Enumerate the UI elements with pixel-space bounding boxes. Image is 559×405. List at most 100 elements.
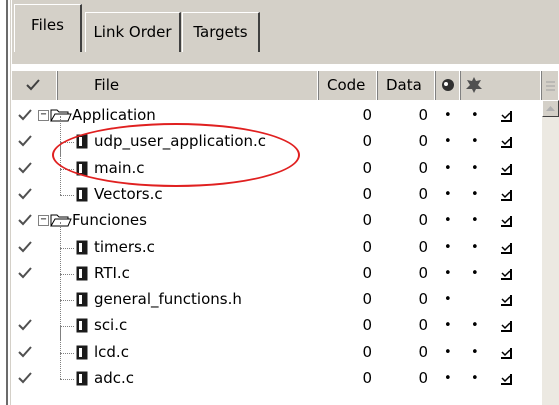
checkmark-icon[interactable] [18,318,32,332]
target-indicator[interactable]: • [471,130,479,153]
checkmark-icon[interactable] [18,266,32,280]
header-data[interactable]: Data [378,71,436,100]
vertical-scrollbar[interactable] [542,100,559,405]
bug-icon [442,79,454,91]
include-checkbox-icon[interactable] [500,347,512,359]
tree-connector [60,353,61,379]
data-size: 0 [418,106,428,124]
file-icon [76,292,88,307]
include-checkbox-icon[interactable] [500,110,512,122]
debug-indicator[interactable]: • [444,104,452,127]
tree-connector [60,194,74,196]
file-row[interactable]: timers.c 0 0 • • [12,221,542,262]
checkmark-icon[interactable] [18,240,32,254]
file-row[interactable]: general_functions.h 0 0 • [12,274,542,315]
debug-indicator[interactable]: • [444,367,452,390]
data-size: 0 [418,211,428,230]
checkmark-icon[interactable] [18,108,32,122]
code-size: 0 [362,132,372,151]
gear-icon [466,77,482,93]
checkmark-icon[interactable] [18,371,32,385]
checkmark-icon [26,79,40,91]
code-size: 0 [362,369,372,387]
code-size: 0 [362,237,372,256]
target-indicator[interactable]: • [471,341,479,364]
tree-connector [60,300,74,302]
file-icon [76,266,88,281]
file-icon [76,318,88,333]
header-debug[interactable] [436,71,461,100]
include-checkbox-icon[interactable] [500,242,512,254]
header-target[interactable] [461,71,542,100]
target-indicator[interactable]: • [471,104,479,127]
target-indicator[interactable]: • [471,314,479,337]
target-indicator[interactable]: • [471,183,479,206]
file-row[interactable]: RTI.c 0 0 • • [12,247,542,288]
code-size: 0 [362,184,372,203]
file-row[interactable]: lcd.c 0 0 • • [12,326,542,367]
folder-name: Funciones [72,211,147,230]
data-size: 0 [418,290,428,309]
debug-indicator[interactable]: • [444,262,452,285]
header-check-column[interactable] [12,71,58,100]
highlight-ellipse [52,123,300,187]
debug-indicator[interactable]: • [444,288,452,311]
file-name: timers.c [94,237,155,256]
header-file[interactable]: File [58,71,319,100]
scroll-up-button[interactable] [542,100,559,117]
debug-indicator[interactable]: • [444,157,452,180]
target-indicator[interactable]: • [471,157,479,180]
data-size: 0 [418,132,428,151]
folder-row[interactable]: − Funciones 0 0 • • [12,209,542,232]
include-checkbox-icon[interactable] [500,215,512,228]
debug-indicator[interactable]: • [444,130,452,153]
file-icon [76,345,88,360]
checkmark-icon[interactable] [18,345,32,359]
code-size: 0 [362,342,372,361]
data-size: 0 [418,316,428,335]
tab-files[interactable]: Files [14,4,82,52]
file-row[interactable]: adc.c 0 0 • • [12,353,542,390]
checkmark-icon[interactable] [18,161,32,175]
data-size: 0 [418,184,428,203]
code-size: 0 [362,316,372,335]
file-row[interactable]: Vectors.c 0 0 • • [12,168,542,206]
folder-row[interactable]: − Application 0 0 • • [12,104,542,127]
target-indicator[interactable]: • [471,367,479,390]
header-code[interactable]: Code [319,71,378,100]
checkmark-icon[interactable] [18,213,32,227]
debug-indicator[interactable]: • [444,183,452,206]
include-checkbox-icon[interactable] [500,189,512,201]
collapse-toggle[interactable]: − [38,215,49,227]
include-checkbox-icon[interactable] [500,163,512,175]
checkmark-icon[interactable] [18,134,32,148]
code-size: 0 [362,263,372,282]
include-checkbox-icon[interactable] [500,268,512,280]
data-size: 0 [418,342,428,361]
file-icon [76,187,88,202]
debug-indicator[interactable]: • [444,314,452,337]
target-indicator[interactable]: • [471,262,479,285]
tree-connector [60,352,74,354]
folder-open-icon [50,109,72,122]
include-checkbox-icon[interactable] [500,294,512,307]
tree-connector [60,168,61,195]
debug-indicator[interactable]: • [444,236,452,259]
file-icon [76,240,88,254]
collapse-toggle[interactable]: − [38,110,49,121]
tab-targets[interactable]: Targets [182,12,260,52]
tree-connector [60,326,74,328]
tab-link-order[interactable]: Link Order [85,12,181,52]
tab-bar: Files Link Order Targets [12,0,559,64]
target-indicator[interactable]: • [471,236,479,259]
checkmark-icon[interactable] [18,187,32,201]
debug-indicator[interactable]: • [444,341,452,364]
include-checkbox-icon[interactable] [500,373,512,385]
tree-connector [60,379,74,380]
column-header: File Code Data [12,70,559,100]
include-checkbox-icon[interactable] [500,136,512,149]
file-row[interactable]: sci.c 0 0 • • [12,300,542,341]
include-checkbox-icon[interactable] [500,320,512,333]
debug-indicator[interactable]: • [444,209,452,232]
target-indicator[interactable]: • [471,209,479,232]
